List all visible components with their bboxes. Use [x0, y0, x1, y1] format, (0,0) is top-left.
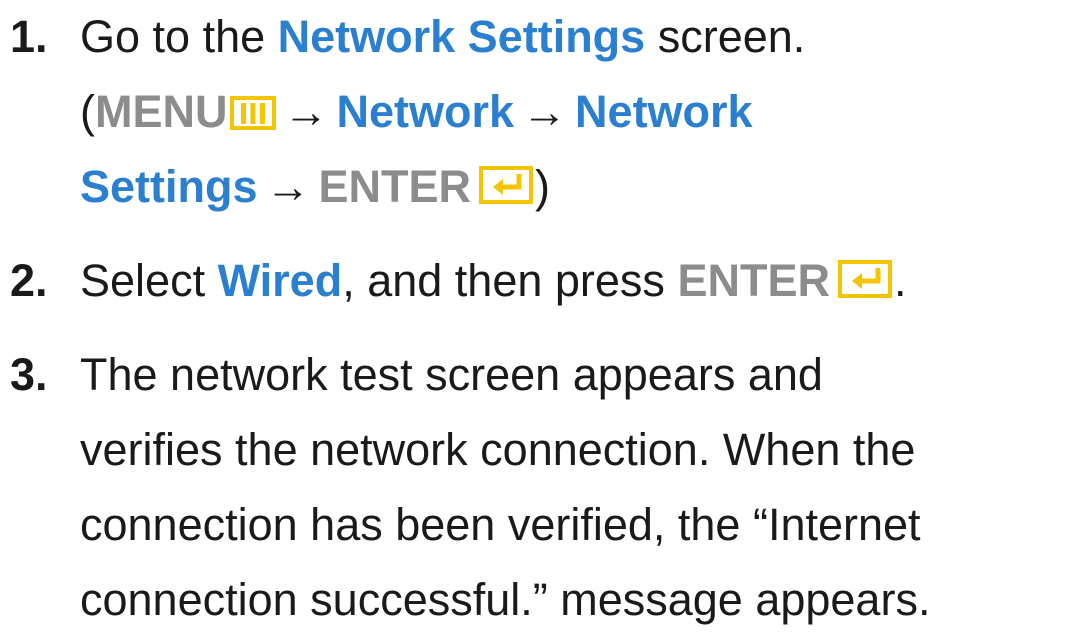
step-number: 1. — [10, 11, 48, 62]
wired-label: Wired — [217, 255, 343, 306]
enter-label: ENTER — [677, 255, 830, 306]
step-text: Go to the — [80, 11, 266, 62]
period: . — [893, 255, 907, 306]
step-2: 2. Select Wired, and then press ENTER . — [0, 243, 1067, 318]
step-1-line-1: Go to the Network Settings screen. — [80, 0, 1067, 74]
close-paren: ) — [535, 161, 551, 212]
arrow: → — [265, 161, 311, 212]
settings-label: Settings — [80, 161, 258, 212]
network-label: Network — [336, 86, 515, 137]
step-3: 3. The network test screen appears and v… — [0, 337, 1067, 637]
step-1: 1. Go to the Network Settings screen. (M… — [0, 0, 1067, 224]
step-2-line-1: Select Wired, and then press ENTER . — [80, 243, 1067, 318]
step-text: Select — [80, 255, 206, 306]
step-number: 3. — [10, 349, 48, 400]
arrow: → — [522, 86, 568, 137]
arrow: → — [283, 86, 329, 137]
network-settings-label: Network Settings — [277, 11, 646, 62]
open-paren: ( — [80, 86, 95, 137]
step-text: , and then press — [342, 255, 665, 306]
step-3-line-1: The network test screen appears and — [80, 349, 823, 400]
enter-icon — [479, 165, 535, 205]
step-3-line-4: connection successful.” message appears. — [80, 574, 931, 625]
menu-label: MENU — [95, 86, 228, 137]
enter-icon — [837, 259, 894, 299]
step-number: 2. — [10, 255, 48, 306]
network-label: Network — [575, 86, 753, 137]
step-1-line-2: (MENU → Network → Network — [80, 74, 1067, 149]
step-text: screen. — [657, 11, 806, 62]
menu-icon — [229, 96, 276, 130]
step-1-line-3: Settings → ENTER ) — [80, 149, 1067, 224]
instruction-steps: 1. Go to the Network Settings screen. (M… — [0, 0, 1067, 637]
enter-label: ENTER — [318, 161, 472, 212]
step-3-line-2: verifies the network connection. When th… — [80, 424, 916, 475]
step-3-line-3: connection has been verified, the “Inter… — [80, 499, 921, 550]
